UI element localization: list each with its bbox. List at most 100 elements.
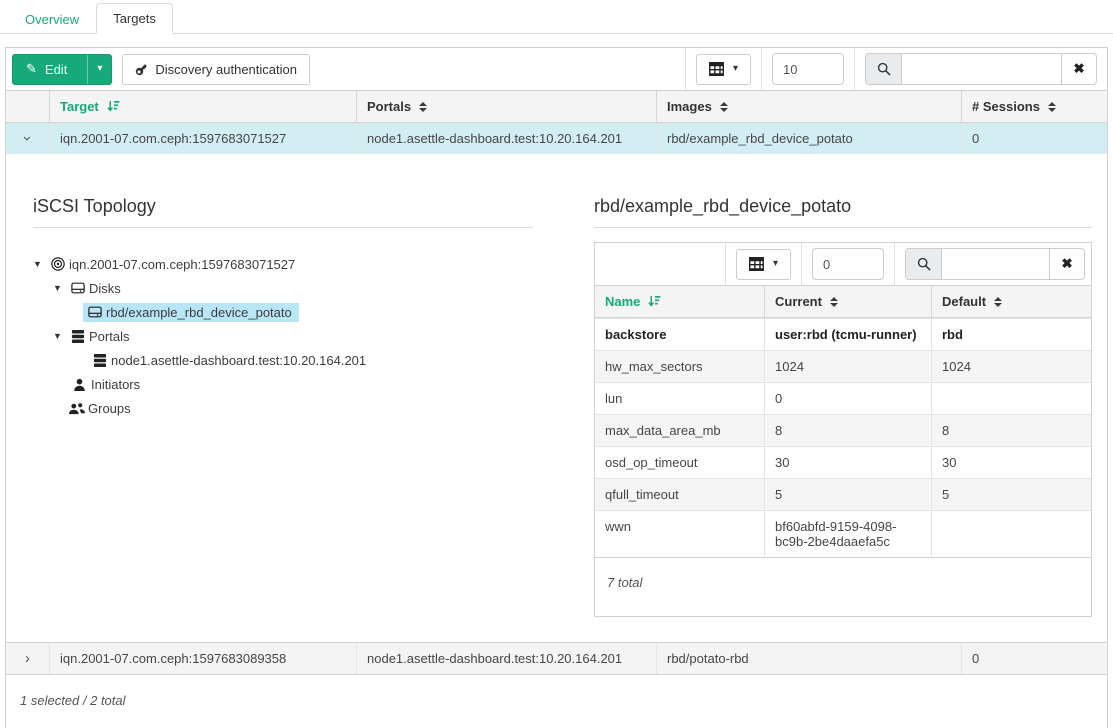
row-expander[interactable]: › [6,643,49,674]
expander-column-header [6,91,49,122]
cell-default: 1024 [931,351,1091,382]
sort-icon [1048,102,1056,112]
tree-node-label: iqn.2001-07.com.ceph:1597683071527 [69,257,295,272]
target-detail-panel: iSCSI Topology ▼ iqn.2001-07.com.ceph:15… [6,154,1107,642]
cell-portals: node1.asettle-dashboard.test:10.20.164.2… [356,123,656,154]
tree-node-disks[interactable]: ▼ Disks [53,276,533,300]
column-label: Name [605,294,640,309]
tree-node-label: node1.asettle-dashboard.test:10.20.164.2… [111,353,366,368]
column-header-sessions[interactable]: # Sessions [961,91,1107,122]
column-toggle-button[interactable]: ▾ [736,249,791,280]
table-row-qfull-timeout[interactable]: qfull_timeout 5 5 [595,478,1091,510]
column-label: # Sessions [972,99,1040,114]
triangle-down-icon[interactable]: ▼ [33,259,49,269]
tree-node-disk-item[interactable]: rbd/example_rbd_device_potato [83,300,533,324]
users-icon [68,402,85,415]
table-row-hw-max-sectors[interactable]: hw_max_sectors 1024 1024 [595,350,1091,382]
column-label: Current [775,294,822,309]
edit-button[interactable]: ✎ Edit [13,55,80,84]
column-label: Default [942,294,986,309]
cell-default [931,383,1091,414]
column-label: Portals [367,99,411,114]
column-header-name[interactable]: Name [595,286,764,317]
key-icon [133,60,151,78]
discovery-auth-label: Discovery authentication [155,62,297,77]
table-row-max-data-area-mb[interactable]: max_data_area_mb 8 8 [595,414,1091,446]
sort-icon [830,297,838,307]
clear-search-button[interactable]: ✖ [1061,53,1097,85]
tree-node-portal-item[interactable]: node1.asettle-dashboard.test:10.20.164.2… [91,348,533,372]
cell-name: max_data_area_mb [595,415,764,446]
column-header-current[interactable]: Current [764,286,931,317]
triangle-down-icon[interactable]: ▼ [53,331,69,341]
tree-node-target[interactable]: ▼ iqn.2001-07.com.ceph:1597683071527 [33,252,533,276]
cell-current: bf60abfd-9159-4098-bc9b-2be4daaefa5c [764,511,931,557]
edit-dropdown-toggle[interactable]: ▾ [87,55,111,84]
caret-down-icon: ▾ [733,64,738,74]
image-table-footer: 7 total [595,557,1091,616]
table-row-target-2[interactable]: › iqn.2001-07.com.ceph:1597683089358 nod… [6,642,1107,675]
cell-current: 30 [764,447,931,478]
table-row-wwn[interactable]: wwn bf60abfd-9159-4098-bc9b-2be4daaefa5c [595,510,1091,557]
triangle-down-icon[interactable]: ▼ [53,283,69,293]
cell-name: lun [595,383,764,414]
search-group: ✖ [894,243,1087,285]
tab-targets[interactable]: Targets [96,3,173,34]
sort-icon [419,102,427,112]
tree-node-label: Initiators [91,377,140,392]
tree-node-initiators[interactable]: Initiators [71,372,533,396]
edit-button-label: Edit [45,62,67,77]
table-row-target-1[interactable]: › iqn.2001-07.com.ceph:1597683071527 nod… [6,123,1107,154]
discovery-auth-button[interactable]: Discovery authentication [122,54,310,85]
table-row-lun[interactable]: lun 0 [595,382,1091,414]
topology-title: iSCSI Topology [33,196,533,217]
caret-down-icon: ▾ [97,64,102,74]
row-expander[interactable]: › [6,123,49,154]
cell-current: user:rbd (tcmu-runner) [764,319,931,350]
targets-datatable: ✎ Edit ▾ Discovery authentication ▾ [5,47,1108,728]
column-label: Images [667,99,712,114]
divider [594,227,1092,228]
selection-status: 1 selected / 2 total [6,675,1107,728]
column-header-portals[interactable]: Portals [356,91,656,122]
column-header-default[interactable]: Default [931,286,1091,317]
image-settings-table: ▾ ✖ [594,242,1092,617]
column-header-target[interactable]: Target [49,91,356,122]
page-size-input[interactable] [812,248,884,280]
tree-node-label: Groups [88,401,131,416]
cell-target: iqn.2001-07.com.ceph:1597683071527 [49,123,356,154]
column-toggle-button[interactable]: ▾ [696,54,751,85]
search-input[interactable] [941,248,1049,280]
clear-search-button[interactable]: ✖ [1049,248,1085,280]
chevron-right-icon: › [25,651,30,666]
chevron-down-icon: › [20,136,35,141]
cell-default: 8 [931,415,1091,446]
search-icon [905,248,941,280]
table-row-osd-op-timeout[interactable]: osd_op_timeout 30 30 [595,446,1091,478]
selected-tree-node[interactable]: rbd/example_rbd_device_potato [83,303,299,322]
cell-current: 8 [764,415,931,446]
tree-node-portals[interactable]: ▼ Portals [53,324,533,348]
sort-amount-icon [648,295,661,308]
search-icon [865,53,901,85]
search-input[interactable] [901,53,1061,85]
image-detail-panel: rbd/example_rbd_device_potato ▾ [594,196,1092,642]
cell-default: rbd [931,319,1091,350]
cell-target: iqn.2001-07.com.ceph:1597683089358 [49,643,356,674]
sort-icon [994,297,1002,307]
tree-node-groups[interactable]: Groups [68,396,533,420]
server-icon [91,354,108,367]
sort-amount-icon [107,100,120,113]
cell-name: backstore [595,319,764,350]
hdd-icon [69,282,86,294]
cell-name: wwn [595,511,764,557]
edit-split-button[interactable]: ✎ Edit ▾ [12,54,112,85]
column-header-images[interactable]: Images [656,91,961,122]
table-row-backstore[interactable]: backstore user:rbd (tcmu-runner) rbd [595,318,1091,350]
page-size-input[interactable] [772,53,844,85]
image-table-toolbar: ▾ ✖ [595,243,1091,285]
sort-icon [720,102,728,112]
tab-overview[interactable]: Overview [8,4,96,34]
cell-default: 30 [931,447,1091,478]
cell-portals: node1.asettle-dashboard.test:10.20.164.2… [356,643,656,674]
